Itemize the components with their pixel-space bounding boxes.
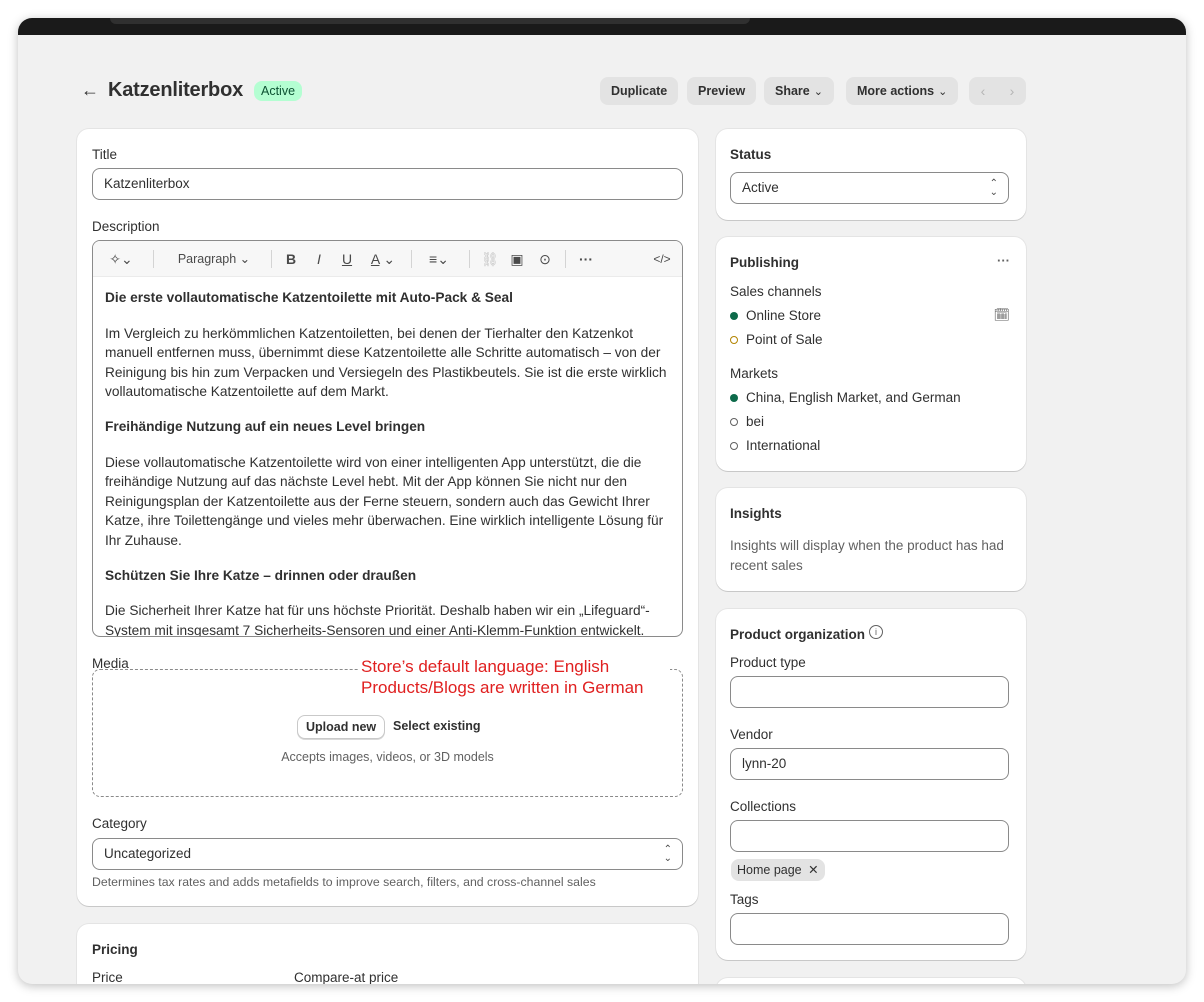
image-icon[interactable]: ▣ — [509, 250, 525, 268]
duplicate-button[interactable]: Duplicate — [600, 77, 679, 105]
sales-channels-label: Sales channels — [730, 284, 822, 299]
more-icon[interactable]: ··· — [577, 250, 595, 268]
markets-label: Markets — [730, 366, 779, 381]
media-help-text: Accepts images, videos, or 3D models — [281, 750, 494, 764]
status-badge: Active — [254, 81, 303, 101]
bold-icon[interactable]: B — [283, 250, 299, 268]
previous-arrow-icon[interactable]: ‹ — [969, 77, 997, 105]
title-label: Title — [92, 147, 118, 162]
video-icon[interactable]: ⊙ — [537, 250, 553, 268]
app-window: ← Katzenliterbox Active Duplicate Previe… — [18, 18, 1186, 984]
annotation-note: Store’s default language: English Produc… — [358, 655, 670, 699]
collections-label: Collections — [730, 799, 797, 814]
editor-toolbar: ✧⌄ Paragraph ⌄ B I U A ⌄ ≡⌄ ⛓ ▣ ⊙ ··· </… — [93, 241, 682, 277]
product-type-input[interactable] — [730, 676, 1009, 708]
more-actions-button[interactable]: More actions ⌄ — [846, 77, 959, 105]
chevron-down-icon: ⌄ — [813, 86, 823, 98]
page-header: ← Katzenliterbox Active Duplicate Previe… — [76, 73, 1026, 109]
description-heading-1: Die erste vollautomatische Katzentoilett… — [105, 290, 513, 305]
product-organization-card: Product organization i Product type Vend… — [716, 609, 1026, 960]
status-card: Status Active ⌃ ⌄ — [716, 129, 1026, 220]
select-arrows-icon: ⌃ ⌄ — [663, 844, 672, 864]
insights-title: Insights — [730, 506, 782, 521]
top-bar — [18, 18, 1186, 35]
schedule-icon[interactable]: 🗓 — [993, 307, 1010, 323]
status-title: Status — [730, 147, 772, 162]
product-organization-title: Product organization — [730, 627, 865, 642]
category-help-text: Determines tax rates and adds metafields… — [92, 875, 596, 889]
status-select[interactable]: Active ⌃ ⌄ — [730, 172, 1009, 204]
compare-at-price-label: Compare-at price — [294, 970, 399, 984]
product-details-card: Title Katzenliterbox Description ✧⌄ Para… — [77, 129, 698, 906]
insights-card: Insights Insights will display when the … — [716, 488, 1026, 591]
description-editor[interactable]: ✧⌄ Paragraph ⌄ B I U A ⌄ ≡⌄ ⛓ ▣ ⊙ ··· </… — [92, 240, 683, 637]
active-dot-icon — [730, 394, 738, 402]
market-item: International — [746, 438, 821, 453]
code-view-icon[interactable]: </> — [651, 250, 673, 268]
tags-label: Tags — [730, 892, 759, 907]
collection-tag: Home page ✕ — [731, 859, 825, 881]
editor-content[interactable]: Die erste vollautomatische Katzentoilett… — [93, 277, 682, 637]
insights-text: Insights will display when the product h… — [730, 538, 1004, 573]
inactive-dot-icon — [730, 418, 738, 426]
price-label: Price — [92, 970, 123, 984]
category-select[interactable]: Uncategorized ⌃ ⌄ — [92, 838, 683, 870]
underline-icon[interactable]: U — [339, 250, 355, 268]
prev-next-nav: ‹ › — [969, 77, 1026, 105]
next-arrow-icon[interactable]: › — [998, 77, 1026, 105]
info-icon[interactable]: i — [869, 625, 883, 639]
inactive-dot-icon — [730, 442, 738, 450]
title-input[interactable]: Katzenliterbox — [92, 168, 683, 200]
tags-input[interactable] — [730, 913, 1009, 945]
select-arrows-icon: ⌃ ⌄ — [989, 178, 998, 198]
category-label: Category — [92, 816, 147, 831]
description-paragraph-3: Die Sicherheit Ihrer Katze hat für uns h… — [105, 603, 650, 637]
description-heading-3: Schützen Sie Ihre Katze – drinnen oder d… — [105, 567, 417, 583]
italic-icon[interactable]: I — [311, 250, 327, 268]
market-item: China, English Market, and German — [746, 390, 961, 405]
remove-icon[interactable]: ✕ — [808, 863, 818, 877]
description-paragraph-2: Diese vollautomatische Katzentoilette wi… — [105, 454, 664, 548]
market-item: bei — [746, 414, 765, 429]
publishing-title: Publishing — [730, 255, 799, 270]
back-arrow-icon[interactable]: ← — [81, 81, 99, 99]
pending-dot-icon — [730, 336, 738, 344]
next-card — [716, 978, 1026, 984]
chevron-down-icon: ⌄ — [938, 86, 948, 98]
pricing-card: Pricing Price Compare-at price — [77, 924, 698, 984]
publishing-card: Publishing ··· Sales channels Online Sto… — [716, 237, 1026, 471]
upload-new-button[interactable]: Upload new — [297, 715, 386, 739]
description-label: Description — [92, 219, 160, 234]
channel-point-of-sale: Point of Sale — [746, 332, 823, 347]
pricing-title: Pricing — [92, 942, 138, 957]
channel-online-store: Online Store — [746, 308, 822, 323]
more-options-icon[interactable]: ··· — [997, 253, 1010, 268]
product-type-label: Product type — [730, 655, 806, 670]
text-color-icon[interactable]: A ⌄ — [367, 250, 399, 268]
preview-button[interactable]: Preview — [687, 77, 757, 105]
link-icon[interactable]: ⛓ — [481, 250, 499, 268]
collections-input[interactable] — [730, 820, 1009, 852]
page-title: Katzenliterbox — [108, 79, 244, 101]
page-content: ← Katzenliterbox Active Duplicate Previe… — [76, 35, 1026, 984]
description-paragraph-1: Im Vergleich zu herkömmlichen Katzentoil… — [105, 325, 667, 400]
vendor-input[interactable]: lynn-20 — [730, 748, 1009, 780]
paragraph-select[interactable]: Paragraph ⌄ — [169, 250, 259, 268]
select-existing-button[interactable]: Select existing — [393, 719, 481, 733]
active-dot-icon — [730, 312, 738, 320]
magic-wand-icon[interactable]: ✧⌄ — [105, 250, 137, 268]
search-bar[interactable] — [110, 18, 750, 24]
align-icon[interactable]: ≡⌄ — [423, 250, 455, 268]
share-button[interactable]: Share ⌄ — [764, 77, 834, 105]
description-heading-2: Freihändige Nutzung auf ein neues Level … — [105, 418, 426, 434]
vendor-label: Vendor — [730, 727, 773, 742]
